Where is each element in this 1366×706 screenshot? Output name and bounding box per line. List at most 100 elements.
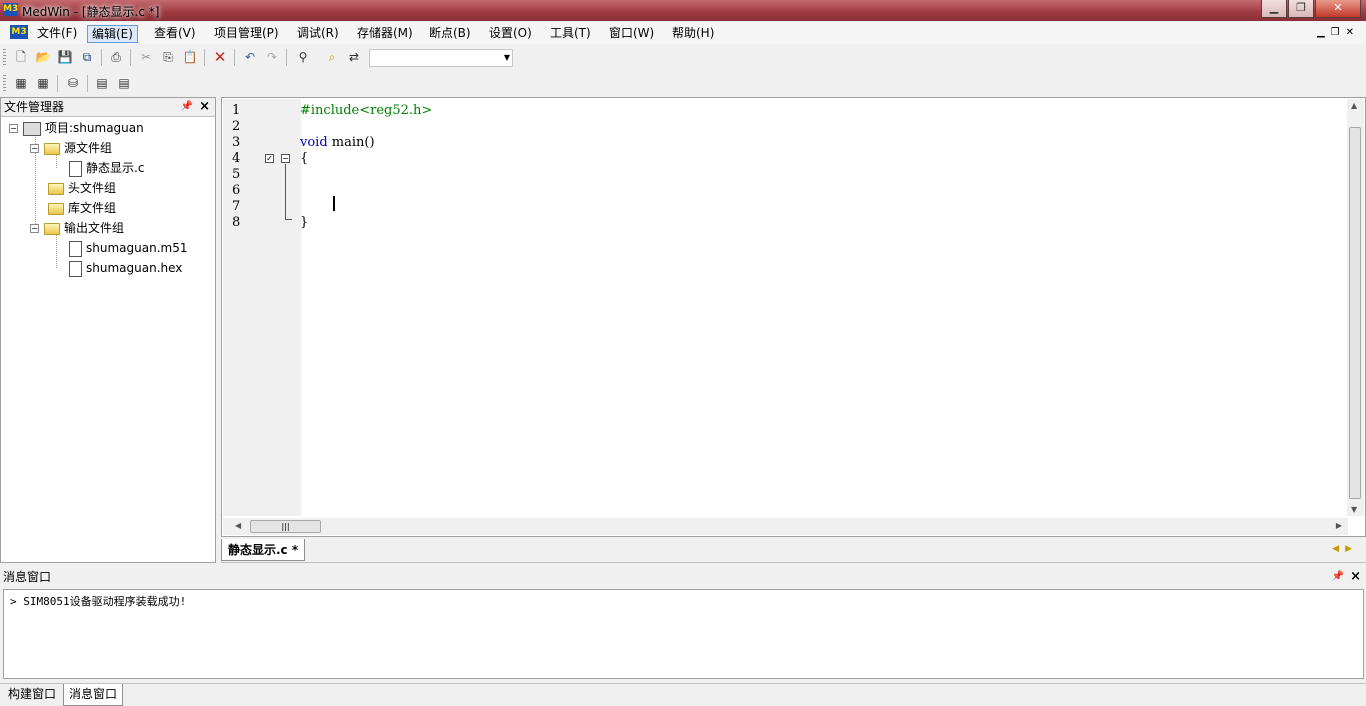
find-in-files-icon[interactable]: ⌕ [323, 49, 341, 66]
menu-tools[interactable]: 工具(T) [546, 25, 595, 43]
scroll-left-icon[interactable]: ◀ [235, 521, 241, 530]
minimize-button[interactable]: ▁ [1261, 0, 1287, 18]
collapse-icon[interactable]: − [9, 124, 18, 133]
scroll-down-icon[interactable]: ▼ [1351, 505, 1357, 514]
replace-icon[interactable]: ⇄ [345, 49, 363, 66]
tree-item-source-file[interactable]: 静态显示.c [69, 158, 144, 178]
maximize-button[interactable]: ❐ [1288, 0, 1314, 18]
code-line: { [300, 151, 309, 166]
tree-item-library-group[interactable]: 库文件组 [48, 198, 116, 218]
menu-window[interactable]: 窗口(W) [605, 25, 658, 43]
code-line: #include<reg52.h> [300, 103, 433, 118]
tab-active-document[interactable]: 静态显示.c * [221, 539, 306, 561]
toolbar-separator [101, 49, 102, 66]
copy-icon[interactable]: ⎘ [159, 49, 177, 66]
fold-collapse-icon[interactable]: − [281, 154, 290, 163]
code-line: } [300, 215, 309, 230]
rebuild-icon[interactable]: ⛁ [64, 75, 82, 92]
new-file-icon[interactable]: 🗋 [12, 49, 30, 66]
tree-line [56, 234, 57, 268]
menu-logo-icon[interactable]: M3 [10, 25, 28, 39]
code-text: main() [327, 135, 375, 150]
toolbar-separator [204, 49, 205, 66]
menu-debug[interactable]: 调试(R) [293, 25, 343, 43]
menu-edit[interactable]: 编辑(E) [87, 25, 138, 43]
code-editor[interactable]: 1 2 3 4 5 6 7 8 ✓ − #include<reg52.h> vo… [221, 97, 1366, 537]
menu-project[interactable]: 项目管理(P) [210, 25, 283, 43]
vertical-scrollbar[interactable]: ▲ ▼ [1347, 99, 1364, 516]
undo-icon[interactable]: ↶ [241, 49, 259, 66]
line-number: 6 [232, 183, 241, 198]
chevron-down-icon[interactable]: ▼ [504, 53, 510, 62]
line-number: 3 [232, 135, 241, 150]
bookmark-check-icon[interactable]: ✓ [265, 154, 274, 163]
horizontal-scrollbar[interactable]: ◀ ||| ▶ [223, 518, 1348, 535]
tree-item-output-file[interactable]: shumaguan.hex [69, 258, 182, 278]
close-icon[interactable]: × [1350, 568, 1361, 586]
close-icon[interactable]: × [199, 98, 210, 116]
code-keyword: void [300, 135, 328, 150]
source-file-label: 静态显示.c [86, 161, 145, 175]
c-file-icon [69, 160, 82, 177]
message-line: > SIM8051设备驱动程序装载成功! [10, 595, 187, 608]
fold-guide-line [285, 164, 286, 220]
tree-item-output-file[interactable]: shumaguan.m51 [69, 238, 187, 258]
toolbar-separator [57, 75, 58, 92]
line-number: 8 [232, 215, 241, 230]
menu-breakpoint[interactable]: 断点(B) [425, 25, 475, 43]
project-label: 项目:shumaguan [45, 121, 144, 135]
message-panel: 消息窗口 📌 × > SIM8051设备驱动程序装载成功! [0, 568, 1366, 682]
collapse-icon[interactable]: − [30, 224, 39, 233]
library-group-label: 库文件组 [68, 201, 117, 215]
toolbar-grip[interactable] [3, 75, 6, 92]
toolbar-separator [130, 49, 131, 66]
file-manager-panel: 文件管理器 📌 × − 项目:shumaguan − 源文件组 静态显示.c 头文件… [0, 97, 216, 563]
tree-item-source-group[interactable]: − 源文件组 [30, 138, 112, 158]
tab-message-window[interactable]: 消息窗口 [63, 684, 124, 706]
build-icon[interactable]: ▦ [34, 75, 52, 92]
file-icon [69, 260, 82, 277]
run-icon[interactable]: ▤ [115, 75, 133, 92]
search-combo[interactable]: ▼ [369, 49, 513, 67]
scroll-right-icon[interactable]: ▶ [1336, 521, 1342, 530]
print-icon[interactable]: ⎙ [107, 49, 125, 66]
window-title: MedWin - [静态显示.c *] [22, 5, 160, 19]
toolbar-grip[interactable] [3, 49, 6, 66]
output-group-label: 输出文件组 [64, 221, 125, 235]
pin-icon[interactable]: 📌 [181, 98, 193, 116]
menu-view[interactable]: 查看(V) [150, 25, 200, 43]
download-icon[interactable]: ▤ [93, 75, 111, 92]
tree-item-header-group[interactable]: 头文件组 [48, 178, 116, 198]
line-number: 4 [232, 151, 241, 166]
save-all-icon[interactable]: ⧉ [78, 49, 96, 66]
tree-item-output-group[interactable]: − 输出文件组 [30, 218, 124, 238]
menu-file[interactable]: 文件(F) [33, 25, 81, 43]
menu-help[interactable]: 帮助(H) [668, 25, 718, 43]
compile-icon[interactable]: ▦ [12, 75, 30, 92]
collapse-icon[interactable]: − [30, 144, 39, 153]
save-icon[interactable]: 💾 [56, 49, 74, 66]
pin-icon[interactable]: 📌 [1332, 568, 1344, 586]
paste-icon[interactable]: 📋 [181, 49, 199, 66]
scroll-up-icon[interactable]: ▲ [1351, 101, 1357, 110]
file-manager-header: 文件管理器 📌 × [1, 98, 215, 117]
fold-guide-line [285, 219, 292, 220]
tab-build-window[interactable]: 构建窗口 [3, 684, 61, 706]
menu-memory[interactable]: 存储器(M) [353, 25, 417, 43]
find-binoculars-icon[interactable]: ⚲ [294, 49, 312, 66]
message-output[interactable]: > SIM8051设备驱动程序装载成功! [3, 589, 1364, 679]
redo-icon[interactable]: ↷ [263, 49, 281, 66]
open-folder-icon[interactable]: 📂 [34, 49, 52, 66]
delete-icon[interactable]: ✕ [211, 49, 229, 66]
code-line: void main() [300, 135, 375, 151]
close-button[interactable]: ✕ [1315, 0, 1361, 18]
menu-settings[interactable]: 设置(O) [485, 25, 536, 43]
scroll-thumb[interactable] [1349, 127, 1361, 499]
mdi-window-controls[interactable]: ▁❐✕ [1317, 27, 1360, 38]
tab-scroll-arrows-icon[interactable]: ◀▶ [1332, 544, 1358, 554]
folder-open-icon [44, 142, 60, 155]
tree-item-project[interactable]: − 项目:shumaguan [9, 118, 144, 138]
scroll-thumb[interactable]: ||| [250, 520, 321, 533]
folder-open-icon [44, 222, 60, 235]
cut-icon[interactable]: ✂ [137, 49, 155, 66]
